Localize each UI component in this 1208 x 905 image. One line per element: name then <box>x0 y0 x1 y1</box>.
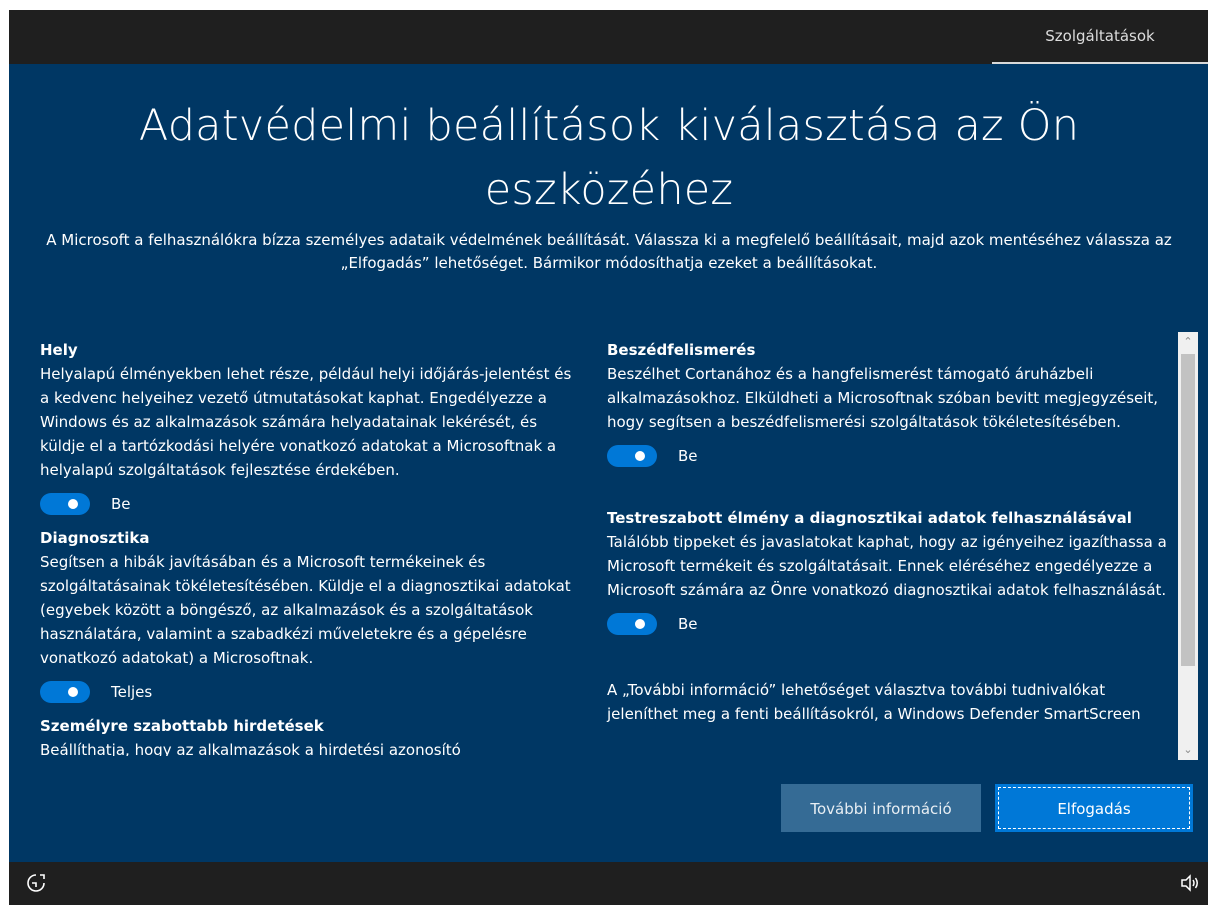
toggle-knob <box>68 499 78 509</box>
setting-title: Beszédfelismerés <box>607 341 756 359</box>
setting-description: A „További információ” lehetőséget válas… <box>607 681 1141 723</box>
accessibility-icon-glyph <box>27 874 45 892</box>
accept-button[interactable]: Elfogadás <box>995 784 1193 832</box>
toggle-knob <box>635 451 645 461</box>
setting-location: Hely Helyalapú élményekben lehet része, … <box>40 338 580 518</box>
setting-tailored-ads: Személyre szabottabb hirdetések Beállíth… <box>40 714 580 756</box>
toggle-knob <box>635 619 645 629</box>
setting-description: Segítsen a hibák javításában és a Micros… <box>40 553 571 667</box>
setting-title: Személyre szabottabb hirdetések <box>40 717 324 735</box>
toggle-state-label: Teljes <box>111 683 153 701</box>
setting-description: Helyalapú élményekben lehet része, példá… <box>40 365 572 479</box>
diagnostics-toggle[interactable] <box>40 681 90 703</box>
setting-description: Találóbb tippeket és javaslatokat kaphat… <box>607 533 1167 599</box>
toggle-row: Teljes <box>40 678 580 706</box>
vertical-scrollbar[interactable]: ⌃ ⌄ <box>1178 332 1198 760</box>
setting-more-info-text: A „További információ” lehetőséget válas… <box>607 678 1167 726</box>
oobe-screen: Szolgáltatások Adatvédelmi beállítások k… <box>9 10 1208 905</box>
bottom-bar <box>9 862 1208 905</box>
toggle-state-label: Be <box>111 495 131 513</box>
tab-services-label: Szolgáltatások <box>1045 27 1155 45</box>
setting-title: Testreszabott élmény a diagnosztikai ada… <box>607 509 1132 527</box>
setting-description: Beszélhet Cortanához és a hangfelismerés… <box>607 365 1159 431</box>
page-title: Adatvédelmi beállítások kiválasztása az … <box>138 101 1080 215</box>
accessibility-icon[interactable] <box>24 872 48 896</box>
page-subtitle: A Microsoft a felhasználókra bízza szemé… <box>46 231 1172 272</box>
tab-services[interactable]: Szolgáltatások <box>992 10 1208 64</box>
settings-column-right: Beszédfelismerés Beszélhet Cortanához és… <box>607 338 1167 726</box>
volume-icon[interactable] <box>1178 872 1202 896</box>
toggle-row: Be <box>40 490 580 518</box>
toggle-state-label: Be <box>678 615 698 633</box>
setting-speech-recognition: Beszédfelismerés Beszélhet Cortanához és… <box>607 338 1167 470</box>
setting-title: Diagnosztika <box>40 529 150 547</box>
top-bar: Szolgáltatások <box>9 10 1208 64</box>
speech-toggle[interactable] <box>607 445 657 467</box>
settings-scroll-area: Hely Helyalapú élményekben lehet része, … <box>40 338 1180 756</box>
toggle-row: Be <box>607 610 1167 638</box>
setting-title: Hely <box>40 341 78 359</box>
tailored-experiences-toggle[interactable] <box>607 613 657 635</box>
toggle-knob <box>68 687 78 697</box>
chevron-up-icon[interactable]: ⌃ <box>1178 332 1198 352</box>
settings-column-left: Hely Helyalapú élményekben lehet része, … <box>40 338 580 756</box>
more-info-button[interactable]: További információ <box>781 784 981 832</box>
setting-description: Beállíthatja, hogy az alkalmazások a hir… <box>40 741 461 756</box>
scrollbar-thumb[interactable] <box>1181 354 1195 666</box>
tab-underline <box>992 62 1208 64</box>
chevron-down-icon[interactable]: ⌄ <box>1178 740 1198 760</box>
toggle-state-label: Be <box>678 447 698 465</box>
volume-icon-glyph <box>1181 874 1198 892</box>
setting-tailored-experiences: Testreszabott élmény a diagnosztikai ada… <box>607 506 1167 638</box>
location-toggle[interactable] <box>40 493 90 515</box>
toggle-row: Be <box>607 442 1167 470</box>
setting-diagnostics: Diagnosztika Segítsen a hibák javításába… <box>40 526 580 706</box>
